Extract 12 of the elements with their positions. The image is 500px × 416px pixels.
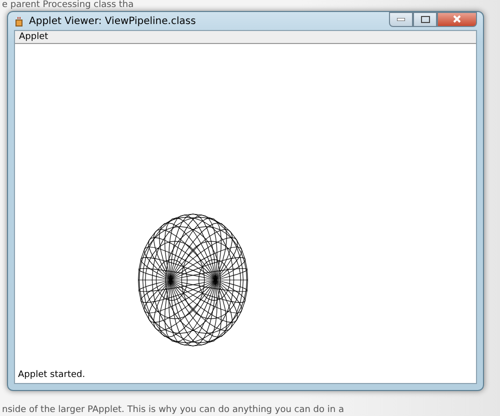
close-button[interactable]: [437, 12, 477, 26]
background-page-text: nside of the larger PApplet. This is why you can do anything you can do in a: [1, 405, 345, 416]
window-title: Applet Viewer: ViewPipeline.class: [29, 16, 196, 26]
minimize-icon: [397, 18, 405, 20]
maximize-button[interactable]: [413, 12, 437, 26]
background-page-text: e parent Processing class tha: [1, 0, 135, 11]
maximize-icon: [420, 16, 430, 22]
minimize-button[interactable]: [389, 12, 413, 26]
close-icon: [453, 15, 461, 23]
status-text: Applet started.: [18, 370, 86, 380]
menu-item[interactable]: Applet: [19, 32, 48, 42]
java-cup-icon: [14, 16, 25, 26]
